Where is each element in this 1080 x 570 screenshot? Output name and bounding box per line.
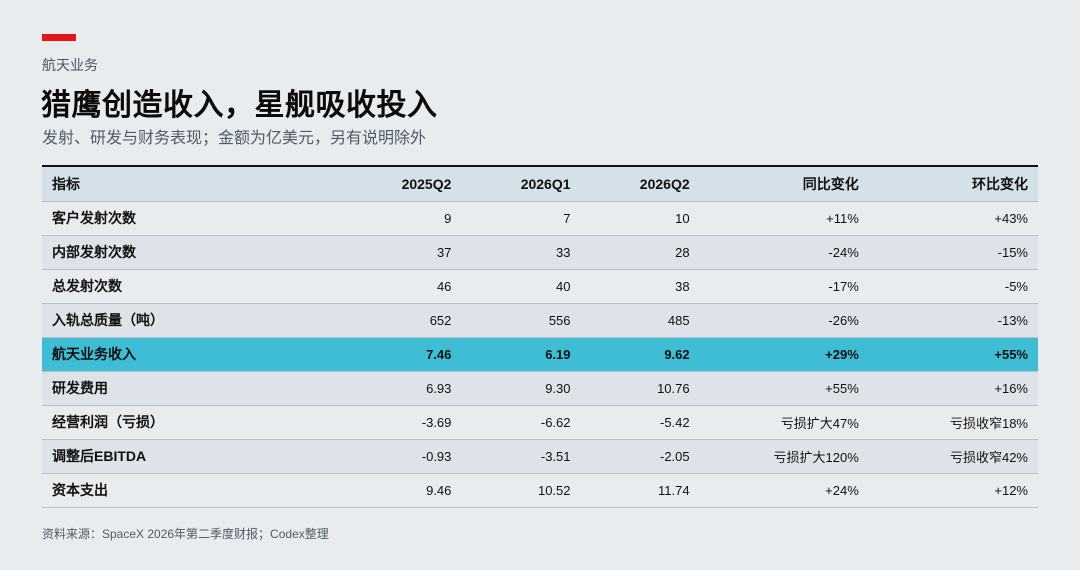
metric-cell: 内部发射次数	[42, 235, 343, 270]
yoy-cell: +29%	[699, 337, 869, 372]
metric-cell: 入轨总质量（吨）	[42, 303, 343, 338]
yoy-cell: -17%	[699, 269, 869, 304]
yoy-cell: +11%	[699, 201, 869, 236]
value-cell: 9	[342, 201, 462, 236]
value-cell: -2.05	[580, 439, 700, 474]
yoy-cell: -24%	[699, 235, 869, 270]
metric-cell: 客户发射次数	[42, 201, 343, 236]
table-row: 内部发射次数 37 33 28 -24% -15%	[42, 235, 1038, 270]
table-row: 入轨总质量（吨） 652 556 485 -26% -13%	[42, 303, 1038, 338]
yoy-cell: +24%	[699, 473, 869, 508]
value-cell: 10.76	[580, 371, 700, 406]
column-header-2026q2: 2026Q2	[580, 166, 700, 202]
value-cell: 7	[461, 201, 581, 236]
value-cell: -6.62	[461, 405, 581, 440]
value-cell: 10.52	[461, 473, 581, 508]
value-cell: 556	[461, 303, 581, 338]
value-cell: 40	[461, 269, 581, 304]
table-row: 经营利润（亏损） -3.69 -6.62 -5.42 亏损扩大47% 亏损收窄1…	[42, 405, 1038, 440]
table-row: 研发费用 6.93 9.30 10.76 +55% +16%	[42, 371, 1038, 406]
value-cell: 9.62	[580, 337, 700, 372]
value-cell: 38	[580, 269, 700, 304]
yoy-cell: 亏损扩大47%	[699, 405, 869, 440]
qoq-cell: +16%	[868, 371, 1038, 406]
value-cell: 11.74	[580, 473, 700, 508]
column-header-2026q1: 2026Q1	[461, 166, 581, 202]
value-cell: 7.46	[342, 337, 462, 372]
value-cell: 9.46	[342, 473, 462, 508]
table-row: 总发射次数 46 40 38 -17% -5%	[42, 269, 1038, 304]
value-cell: 652	[342, 303, 462, 338]
qoq-cell: -15%	[868, 235, 1038, 270]
table-header-row: 指标 2025Q2 2026Q1 2026Q2 同比变化 环比变化	[42, 166, 1038, 202]
page-title: 猎鹰创造收入，星舰吸收投入	[41, 89, 438, 122]
accent-bar	[42, 34, 76, 41]
column-header-2025q2: 2025Q2	[342, 166, 462, 202]
value-cell: -3.69	[342, 405, 462, 440]
table-row: 客户发射次数 9 7 10 +11% +43%	[42, 201, 1038, 236]
column-header-metric: 指标	[42, 166, 343, 202]
metric-cell: 研发费用	[42, 371, 343, 406]
page-subtitle: 发射、研发与财务表现；金额为亿美元，另有说明除外	[42, 130, 427, 147]
metric-cell: 调整后EBITDA	[42, 439, 343, 474]
qoq-cell: -13%	[868, 303, 1038, 338]
table-row: 调整后EBITDA -0.93 -3.51 -2.05 亏损扩大120% 亏损收…	[42, 439, 1038, 474]
value-cell: 9.30	[461, 371, 581, 406]
qoq-cell: +43%	[868, 201, 1038, 236]
table-row: 资本支出 9.46 10.52 11.74 +24% +12%	[42, 473, 1038, 508]
value-cell: -0.93	[342, 439, 462, 474]
value-cell: 37	[342, 235, 462, 270]
metric-cell: 资本支出	[42, 473, 343, 508]
value-cell: 6.93	[342, 371, 462, 406]
metric-cell: 航天业务收入	[42, 337, 343, 372]
value-cell: 10	[580, 201, 700, 236]
column-header-yoy: 同比变化	[699, 166, 869, 202]
source-note: 资料来源：SpaceX 2026年第二季度财报；Codex整理	[42, 527, 329, 541]
qoq-cell: +55%	[868, 337, 1038, 372]
table-row-highlighted: 航天业务收入 7.46 6.19 9.62 +29% +55%	[42, 337, 1038, 372]
yoy-cell: -26%	[699, 303, 869, 338]
value-cell: 46	[342, 269, 462, 304]
value-cell: -3.51	[461, 439, 581, 474]
value-cell: 33	[461, 235, 581, 270]
qoq-cell: +12%	[868, 473, 1038, 508]
qoq-cell: -5%	[868, 269, 1038, 304]
metric-cell: 经营利润（亏损）	[42, 405, 343, 440]
value-cell: 6.19	[461, 337, 581, 372]
value-cell: -5.42	[580, 405, 700, 440]
section-label: 航天业务	[42, 57, 98, 73]
value-cell: 28	[580, 235, 700, 270]
qoq-cell: 亏损收窄42%	[868, 439, 1038, 474]
value-cell: 485	[580, 303, 700, 338]
column-header-qoq: 环比变化	[868, 166, 1038, 202]
qoq-cell: 亏损收窄18%	[868, 405, 1038, 440]
metric-cell: 总发射次数	[42, 269, 343, 304]
yoy-cell: +55%	[699, 371, 869, 406]
yoy-cell: 亏损扩大120%	[699, 439, 869, 474]
financial-table: 指标 2025Q2 2026Q1 2026Q2 同比变化 环比变化 客户发射次数…	[42, 165, 1038, 508]
